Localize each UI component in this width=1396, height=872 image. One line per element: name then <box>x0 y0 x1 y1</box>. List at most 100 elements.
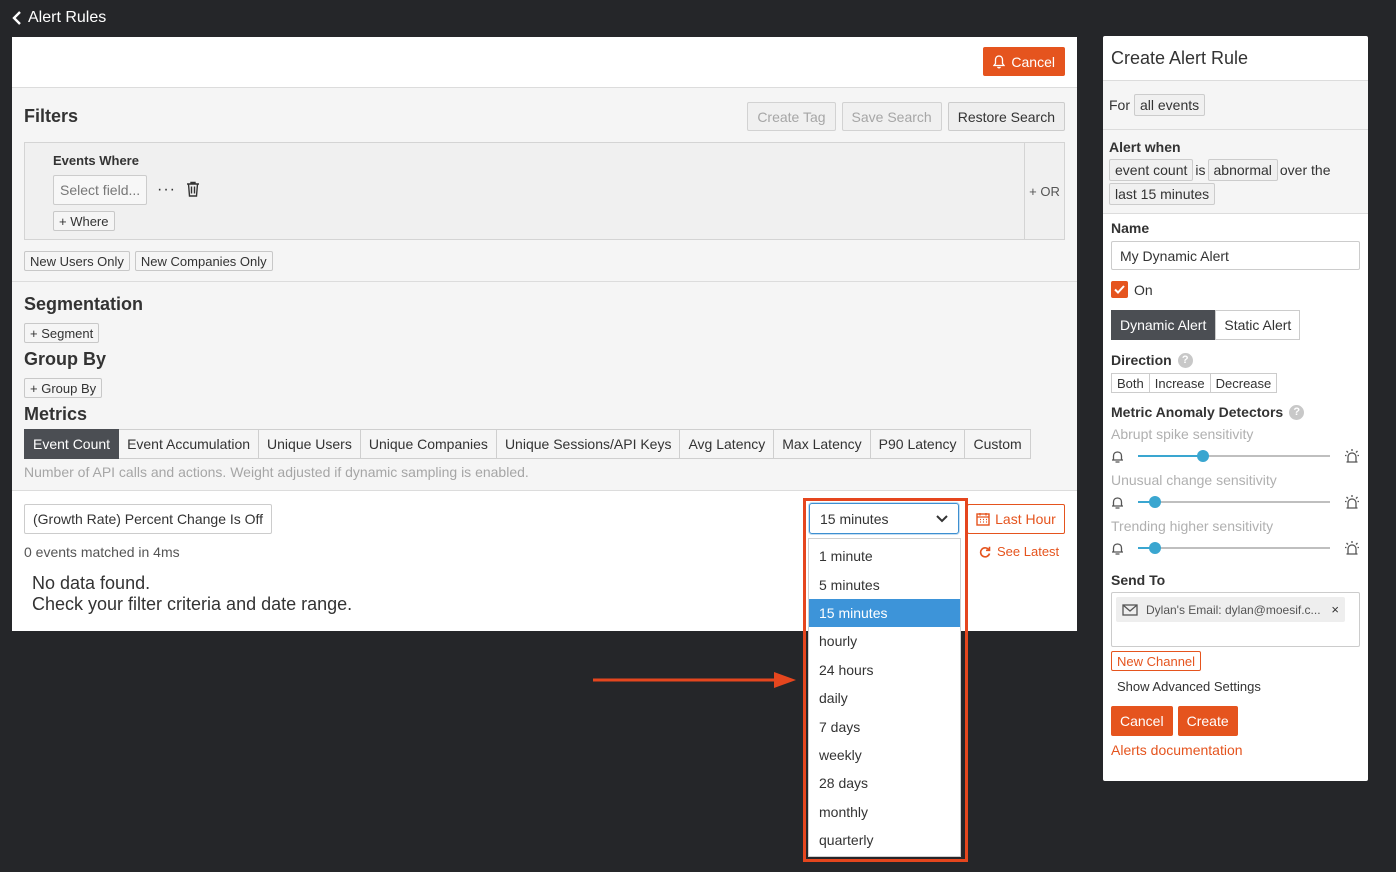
siren-icon <box>1345 541 1359 555</box>
interval-option[interactable]: 28 days <box>809 769 960 797</box>
add-where-button[interactable]: + Where <box>53 211 115 231</box>
dynamic-alert-toggle[interactable]: Dynamic Alert <box>1111 310 1216 340</box>
new-companies-only-button[interactable]: New Companies Only <box>134 251 273 271</box>
tab-max-latency[interactable]: Max Latency <box>774 429 871 459</box>
sensitivity-slider[interactable] <box>1130 492 1338 512</box>
add-or-button[interactable]: + OR <box>1024 143 1064 239</box>
events-where-box: Events Where Select field... ··· + Where… <box>24 142 1065 240</box>
help-icon[interactable]: ? <box>1177 352 1193 368</box>
interval-option[interactable]: 7 days <box>809 712 960 740</box>
interval-option[interactable]: hourly <box>809 627 960 655</box>
period-select[interactable]: last 15 minutes <box>1109 183 1216 205</box>
see-latest-link[interactable]: See Latest <box>979 544 1059 559</box>
advanced-settings-link[interactable]: Show Advanced Settings <box>1117 679 1360 694</box>
create-button[interactable]: Create <box>1177 706 1238 736</box>
interval-option-selected[interactable]: 15 minutes <box>809 598 960 628</box>
name-label: Name <box>1111 220 1150 236</box>
bell-icon <box>993 54 1006 68</box>
slider-knob[interactable] <box>1149 496 1162 508</box>
static-alert-toggle[interactable]: Static Alert <box>1215 310 1301 340</box>
sensitivity-label: Trending higher sensitivity <box>1111 518 1274 534</box>
cancel-button-label: Cancel <box>1011 53 1055 70</box>
over-the-text: over the <box>1279 162 1331 178</box>
help-icon[interactable]: ? <box>1289 404 1305 420</box>
checkmark-icon <box>1114 285 1125 294</box>
tab-event-count[interactable]: Event Count <box>24 429 120 459</box>
for-row: For all events <box>1103 81 1368 130</box>
no-data-line-2: Check your filter criteria and date rang… <box>32 594 353 614</box>
tab-event-accumulation[interactable]: Event Accumulation <box>119 429 260 459</box>
no-data-line-1: No data found. <box>32 573 151 593</box>
more-options-icon[interactable]: ··· <box>157 181 176 199</box>
restore-search-button[interactable]: Restore Search <box>947 102 1065 131</box>
direction-increase[interactable]: Increase <box>1149 373 1211 393</box>
trash-icon[interactable] <box>186 181 200 200</box>
for-label: For <box>1109 97 1130 113</box>
interval-option[interactable]: monthly <box>809 798 960 826</box>
matched-status: 0 events matched in 4ms <box>24 544 180 560</box>
new-channel-button[interactable]: New Channel <box>1111 651 1202 671</box>
create-tag-button[interactable]: Create Tag <box>747 102 836 131</box>
select-field-input[interactable]: Select field... <box>53 175 147 205</box>
sensitivity-slider[interactable] <box>1130 538 1338 558</box>
filters-title: Filters <box>24 106 79 126</box>
tab-p90-latency[interactable]: P90 Latency <box>870 429 966 459</box>
channel-chip: Dylan's Email: dylan@moesif.c... × <box>1116 597 1345 622</box>
tab-custom[interactable]: Custom <box>965 429 1031 459</box>
alerts-docs-link[interactable]: Alerts documentation <box>1111 742 1360 758</box>
refresh-icon <box>979 546 991 558</box>
create-alert-panel: Create Alert Rule For all events Alert w… <box>1103 36 1368 781</box>
group-by-title: Group By <box>24 349 107 369</box>
back-link[interactable]: Alert Rules <box>12 9 106 27</box>
close-icon[interactable]: × <box>1331 602 1339 617</box>
interval-option[interactable]: 5 minutes <box>809 570 960 598</box>
metrics-title: Metrics <box>24 404 88 424</box>
interval-option[interactable]: 24 hours <box>809 656 960 684</box>
for-events-select[interactable]: all events <box>1134 94 1206 116</box>
metric-select[interactable]: event count <box>1109 159 1194 181</box>
name-input[interactable]: My Dynamic Alert <box>1111 241 1360 270</box>
sensitivity-slider[interactable] <box>1130 446 1338 466</box>
tab-unique-sessions[interactable]: Unique Sessions/API Keys <box>496 429 681 459</box>
metrics-tabs: Event Count Event Accumulation Unique Us… <box>24 429 1065 459</box>
panel-title: Create Alert Rule <box>1103 36 1368 81</box>
divider <box>12 281 1077 282</box>
send-to-label: Send To <box>1111 572 1166 588</box>
new-users-only-button[interactable]: New Users Only <box>24 251 130 271</box>
sensitivity-label: Unusual change sensitivity <box>1111 472 1277 488</box>
interval-select[interactable]: 15 minutes <box>809 503 959 534</box>
interval-option[interactable]: quarterly <box>809 826 960 854</box>
on-checkbox[interactable] <box>1111 281 1128 298</box>
alert-when-section: Alert when event count is abnormal over … <box>1103 130 1368 214</box>
calendar-icon <box>976 513 990 526</box>
slider-knob[interactable] <box>1197 450 1210 462</box>
is-text: is <box>1195 162 1206 178</box>
tab-unique-users[interactable]: Unique Users <box>259 429 361 459</box>
panel-header: Cancel <box>12 37 1077 88</box>
side-cancel-button[interactable]: Cancel <box>1111 706 1173 736</box>
condition-select[interactable]: abnormal <box>1207 159 1278 181</box>
direction-label: Direction <box>1111 352 1172 368</box>
interval-option[interactable]: 1 minute <box>809 542 960 570</box>
tab-avg-latency[interactable]: Avg Latency <box>680 429 775 459</box>
siren-icon <box>1345 449 1359 463</box>
tab-unique-companies[interactable]: Unique Companies <box>360 429 497 459</box>
bell-icon <box>1112 496 1123 509</box>
detectors-label: Metric Anomaly Detectors <box>1111 404 1284 420</box>
interval-option[interactable]: weekly <box>809 741 960 769</box>
bell-icon <box>1112 450 1123 463</box>
events-where-title: Events Where <box>53 153 139 168</box>
direction-both[interactable]: Both <box>1111 373 1150 393</box>
interval-option[interactable]: daily <box>809 684 960 712</box>
siren-icon <box>1345 495 1359 509</box>
channel-label: Dylan's Email: dylan@moesif.c... <box>1146 602 1321 617</box>
slider-knob[interactable] <box>1149 542 1162 554</box>
save-search-button[interactable]: Save Search <box>841 102 942 131</box>
add-group-by-button[interactable]: + Group By <box>24 378 103 398</box>
send-to-box[interactable]: Dylan's Email: dylan@moesif.c... × <box>1111 592 1360 647</box>
growth-rate-button[interactable]: (Growth Rate) Percent Change Is Off <box>24 504 273 534</box>
cancel-button[interactable]: Cancel <box>983 47 1065 76</box>
direction-decrease[interactable]: Decrease <box>1210 373 1278 393</box>
last-hour-button[interactable]: Last Hour <box>967 504 1065 534</box>
add-segment-button[interactable]: + Segment <box>24 323 100 343</box>
